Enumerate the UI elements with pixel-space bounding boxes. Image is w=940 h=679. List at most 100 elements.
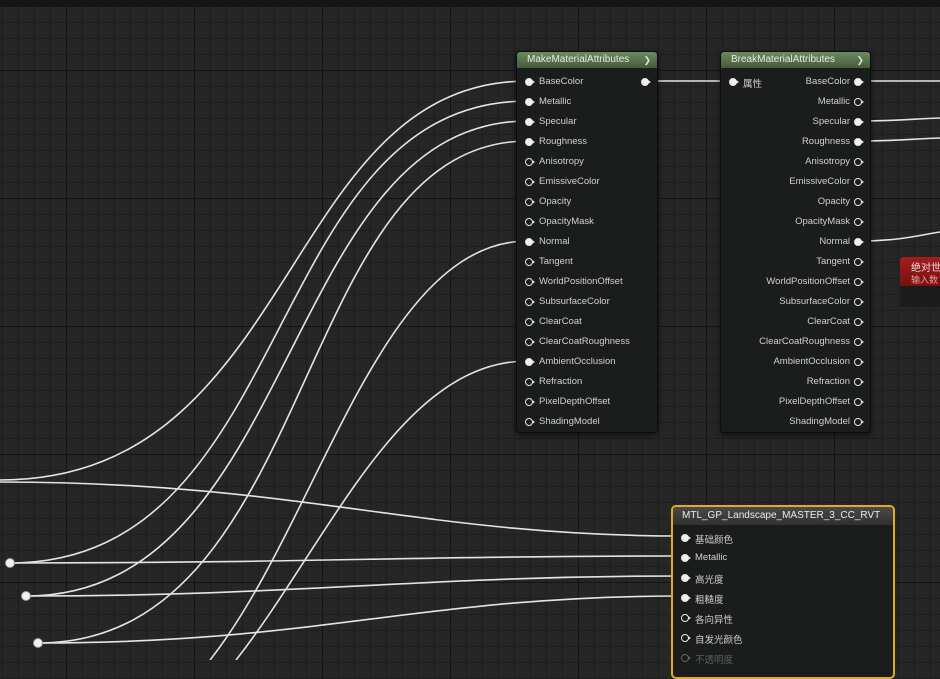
- pin-row[interactable]: BaseColor: [721, 72, 870, 92]
- pin-icon[interactable]: [525, 278, 535, 286]
- pin-row[interactable]: ShadingModel: [721, 412, 870, 432]
- pin-icon[interactable]: [854, 258, 864, 266]
- pin-row[interactable]: Opacity: [517, 192, 657, 212]
- pin-row[interactable]: Roughness: [517, 132, 657, 152]
- pin-row[interactable]: ClearCoat: [517, 312, 657, 332]
- pin-icon[interactable]: [854, 78, 864, 86]
- pin-icon[interactable]: [681, 594, 691, 602]
- pin-icon[interactable]: [854, 338, 864, 346]
- pin-row[interactable]: Tangent: [517, 252, 657, 272]
- pin-row[interactable]: PixelDepthOffset: [517, 392, 657, 412]
- output-pin-icon[interactable]: [641, 78, 651, 86]
- pin-row[interactable]: 粗糙度: [673, 588, 893, 608]
- break-material-attributes-node[interactable]: BreakMaterialAttributes ❯ 属性 BaseColor Me…: [720, 51, 871, 433]
- pin-icon[interactable]: [525, 78, 535, 86]
- pin-icon[interactable]: [854, 318, 864, 326]
- pin-row[interactable]: EmissiveColor: [721, 172, 870, 192]
- pin-row[interactable]: 基础颜色: [673, 528, 893, 548]
- pin-icon[interactable]: [854, 378, 864, 386]
- pin-row[interactable]: EmissiveColor: [517, 172, 657, 192]
- pin-row[interactable]: Refraction: [721, 372, 870, 392]
- pin-icon[interactable]: [681, 554, 691, 562]
- pin-row[interactable]: SubsurfaceColor: [721, 292, 870, 312]
- pin-row[interactable]: Metallic: [517, 92, 657, 112]
- node-header[interactable]: MTL_GP_Landscape_MASTER_3_CC_RVT: [673, 507, 893, 525]
- pin-icon[interactable]: [525, 378, 535, 386]
- pin-icon[interactable]: [525, 118, 535, 126]
- pin-icon[interactable]: [854, 278, 864, 286]
- wire-break-normal-out: [859, 231, 940, 242]
- pin-icon[interactable]: [854, 218, 864, 226]
- pin-icon[interactable]: [525, 138, 535, 146]
- pin-icon[interactable]: [854, 98, 864, 106]
- pin-icon[interactable]: [854, 198, 864, 206]
- pin-icon[interactable]: [854, 358, 864, 366]
- pin-icon[interactable]: [854, 298, 864, 306]
- node-header[interactable]: BreakMaterialAttributes ❯: [721, 52, 870, 68]
- pin-icon[interactable]: [525, 98, 535, 106]
- pin-row[interactable]: ClearCoatRoughness: [721, 332, 870, 352]
- pin-row[interactable]: Opacity: [721, 192, 870, 212]
- pin-row[interactable]: AmbientOcclusion: [517, 352, 657, 372]
- pin-row[interactable]: SubsurfaceColor: [517, 292, 657, 312]
- collapse-chevron-icon[interactable]: ❯: [643, 52, 651, 68]
- error-node[interactable]: 绝对世 输入数: [900, 257, 940, 307]
- pin-row[interactable]: BaseColor: [517, 72, 657, 92]
- collapse-chevron-icon[interactable]: ❯: [856, 52, 864, 68]
- pin-row[interactable]: ShadingModel: [517, 412, 657, 432]
- pin-icon[interactable]: [681, 534, 691, 542]
- node-header[interactable]: MakeMaterialAttributes ❯: [517, 52, 657, 68]
- pin-row[interactable]: Specular: [721, 112, 870, 132]
- wire-metallic: [9, 100, 529, 564]
- pin-label: Metallic: [817, 96, 850, 107]
- pin-row[interactable]: 不透明度: [673, 648, 893, 668]
- pin-icon[interactable]: [525, 358, 535, 366]
- pin-row[interactable]: PixelDepthOffset: [721, 392, 870, 412]
- pin-row[interactable]: Anisotropy: [721, 152, 870, 172]
- pin-icon[interactable]: [854, 398, 864, 406]
- pin-label: WorldPositionOffset: [766, 276, 850, 287]
- pin-row[interactable]: ClearCoatRoughness: [517, 332, 657, 352]
- pin-row[interactable]: WorldPositionOffset: [721, 272, 870, 292]
- pin-icon[interactable]: [854, 158, 864, 166]
- pin-icon[interactable]: [854, 118, 864, 126]
- pin-row[interactable]: WorldPositionOffset: [517, 272, 657, 292]
- pin-icon[interactable]: [681, 634, 691, 642]
- pin-icon[interactable]: [525, 338, 535, 346]
- pin-row[interactable]: ClearCoat: [721, 312, 870, 332]
- pin-icon[interactable]: [854, 138, 864, 146]
- pin-icon[interactable]: [854, 238, 864, 246]
- pin-icon[interactable]: [525, 238, 535, 246]
- pin-row[interactable]: 各向异性: [673, 608, 893, 628]
- material-output-node[interactable]: MTL_GP_Landscape_MASTER_3_CC_RVT 基础颜色 Met…: [671, 505, 895, 679]
- pin-icon[interactable]: [525, 158, 535, 166]
- pin-row[interactable]: Roughness: [721, 132, 870, 152]
- pin-row[interactable]: Metallic: [721, 92, 870, 112]
- pin-icon[interactable]: [525, 298, 535, 306]
- pin-row[interactable]: Normal: [721, 232, 870, 252]
- pin-row[interactable]: 自发光颜色: [673, 628, 893, 648]
- pin-icon[interactable]: [854, 178, 864, 186]
- pin-icon[interactable]: [525, 318, 535, 326]
- pin-row[interactable]: OpacityMask: [517, 212, 657, 232]
- pin-icon[interactable]: [525, 398, 535, 406]
- make-material-attributes-node[interactable]: MakeMaterialAttributes ❯ BaseColor Metall…: [516, 51, 658, 433]
- pin-icon[interactable]: [681, 654, 691, 662]
- pin-row[interactable]: Specular: [517, 112, 657, 132]
- pin-icon[interactable]: [681, 574, 691, 582]
- pin-row[interactable]: Refraction: [517, 372, 657, 392]
- pin-row[interactable]: Tangent: [721, 252, 870, 272]
- pin-row[interactable]: Normal: [517, 232, 657, 252]
- pin-row[interactable]: Anisotropy: [517, 152, 657, 172]
- pin-row[interactable]: Metallic: [673, 548, 893, 568]
- pin-icon[interactable]: [681, 614, 691, 622]
- pin-icon[interactable]: [525, 218, 535, 226]
- pin-row[interactable]: OpacityMask: [721, 212, 870, 232]
- pin-icon[interactable]: [525, 418, 535, 426]
- pin-icon[interactable]: [854, 418, 864, 426]
- pin-icon[interactable]: [525, 178, 535, 186]
- pin-row[interactable]: 高光度: [673, 568, 893, 588]
- pin-icon[interactable]: [525, 198, 535, 206]
- pin-icon[interactable]: [525, 258, 535, 266]
- pin-row[interactable]: AmbientOcclusion: [721, 352, 870, 372]
